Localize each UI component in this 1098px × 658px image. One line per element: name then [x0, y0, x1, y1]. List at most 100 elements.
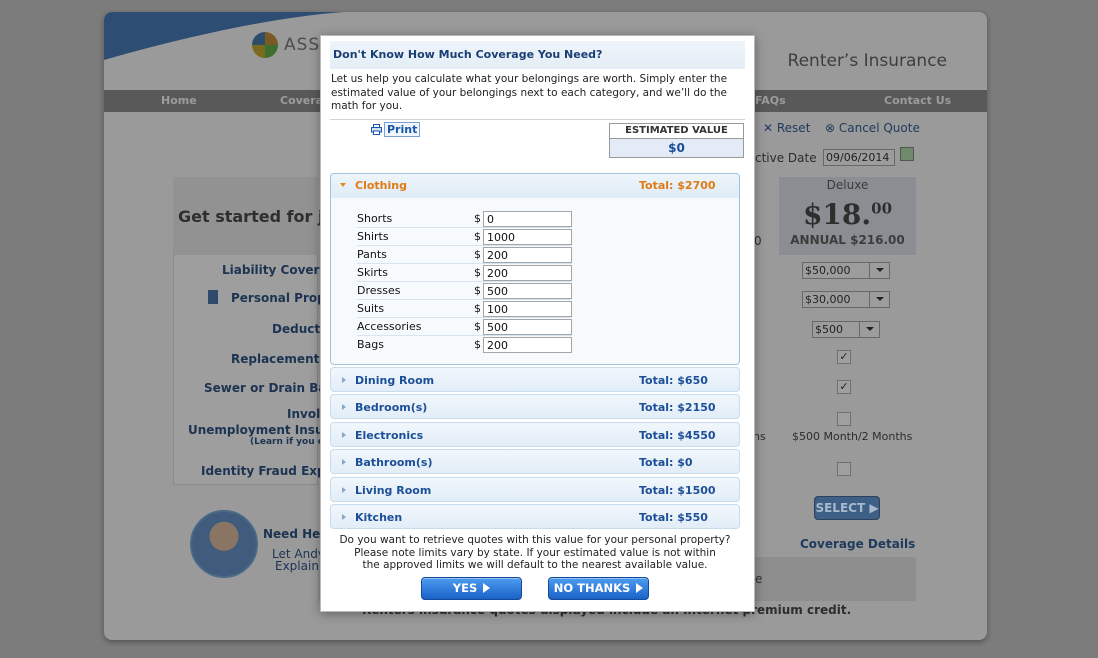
category-living-room[interactable]: Living Room Total: $1500	[330, 477, 740, 502]
item-row-shorts: Shorts $	[357, 211, 572, 228]
replacement-checkbox[interactable]: ✓	[837, 350, 851, 364]
question-line: Please note limits vary by state. If you…	[354, 546, 716, 559]
currency-symbol: $	[474, 230, 481, 243]
currency-symbol: $	[474, 266, 481, 279]
shirts-value-input[interactable]	[483, 229, 572, 245]
printer-icon	[371, 124, 382, 135]
item-label: Shirts	[357, 230, 389, 243]
deluxe-label: Deluxe	[826, 178, 869, 192]
effective-date-input[interactable]: 09/06/2014	[823, 149, 895, 166]
select-button[interactable]: SELECT ▶	[814, 496, 880, 520]
nav-coverage[interactable]: Covera	[280, 94, 323, 107]
category-name: Dining Room	[355, 374, 435, 387]
nav-contact-us[interactable]: Contact Us	[884, 94, 951, 107]
item-label: Accessories	[357, 320, 422, 333]
category-electronics[interactable]: Electronics Total: $4550	[330, 422, 740, 447]
item-row-pants: Pants $	[357, 247, 572, 264]
logo-mark-icon	[252, 32, 278, 58]
reset-link[interactable]: ✕ Reset	[763, 121, 810, 135]
yes-button[interactable]: YES	[421, 577, 522, 600]
category-dining-room[interactable]: Dining Room Total: $650	[330, 367, 740, 392]
reset-icon: ✕	[763, 121, 777, 135]
category-clothing-header[interactable]: Clothing Total: $2700	[331, 174, 739, 198]
item-label: Pants	[357, 248, 387, 261]
item-row-bags: Bags $	[357, 337, 572, 354]
modal-intro: Let us help you calculate what your belo…	[331, 73, 728, 112]
unemployment-checkbox[interactable]	[837, 412, 851, 426]
category-total: Total: $550	[639, 511, 708, 524]
mid-column-fragment: 0	[754, 234, 762, 248]
suits-value-input[interactable]	[483, 301, 572, 317]
row-learn-link[interactable]: (Learn if you c	[250, 437, 323, 447]
logo-text: ASS	[284, 35, 321, 55]
modal-title: Don't Know How Much Coverage You Need?	[330, 41, 745, 69]
cancel-quote-link[interactable]: ⊗ Cancel Quote	[825, 121, 920, 135]
category-total: Total: $2700	[639, 179, 716, 192]
category-name: Electronics	[355, 429, 424, 442]
category-bathrooms[interactable]: Bathroom(s) Total: $0	[330, 449, 740, 474]
category-kitchen[interactable]: Kitchen Total: $550	[330, 504, 740, 529]
brand-logo: ASS	[252, 32, 320, 58]
shorts-value-input[interactable]	[483, 211, 572, 227]
row-liability: Liability Covera	[222, 263, 328, 277]
identity-fraud-checkbox[interactable]	[837, 462, 851, 476]
caret-down-icon	[340, 183, 346, 187]
deluxe-price: $18.00	[802, 198, 893, 231]
liability-select[interactable]: $50,000	[802, 262, 890, 279]
item-row-accessories: Accessories $	[357, 319, 572, 336]
arrow-right-icon	[483, 583, 491, 593]
category-name: Living Room	[355, 484, 432, 497]
estimated-value: $0	[610, 139, 743, 157]
effective-date-label: ctive Date	[755, 151, 817, 165]
category-name: Bathroom(s)	[355, 456, 433, 469]
coverage-details-link[interactable]: Coverage Details	[800, 537, 915, 551]
caret-right-icon	[342, 377, 346, 383]
arrow-right-icon	[636, 583, 644, 593]
row-identity-fraud: Identity Fraud Exper	[201, 464, 340, 478]
caret-right-icon	[342, 432, 346, 438]
currency-symbol: $	[474, 248, 481, 261]
nav-faqs[interactable]: FAQs	[755, 94, 786, 107]
item-row-skirts: Skirts $	[357, 265, 572, 282]
no-thanks-label: NO THANKS	[553, 581, 631, 595]
item-label: Shorts	[357, 212, 393, 225]
no-thanks-button[interactable]: NO THANKS	[548, 577, 649, 600]
item-row-suits: Suits $	[357, 301, 572, 318]
avatar	[190, 510, 258, 578]
calendar-icon[interactable]	[900, 147, 914, 161]
accessories-value-input[interactable]	[483, 319, 572, 335]
pants-value-input[interactable]	[483, 247, 572, 263]
bottom-strip-fragment: e	[755, 572, 763, 586]
category-bedrooms[interactable]: Bedroom(s) Total: $2150	[330, 394, 740, 419]
get-started-heading: Get started for ju	[178, 207, 335, 226]
bags-value-input[interactable]	[483, 337, 572, 353]
currency-symbol: $	[474, 320, 481, 333]
yes-label: YES	[452, 581, 478, 595]
chevron-down-icon	[859, 322, 879, 337]
print-link[interactable]: Print	[371, 122, 421, 137]
question-line: Do you want to retrieve quotes with this…	[339, 534, 731, 546]
explain-text: Explain	[275, 559, 319, 573]
category-total: Total: $4550	[639, 429, 716, 442]
category-total: Total: $1500	[639, 484, 716, 497]
deluxe-annual: ANNUAL $216.00	[790, 233, 905, 247]
unemployment-value: $500 Month/2 Months	[792, 430, 913, 443]
item-row-dresses: Dresses $	[357, 283, 572, 300]
currency-symbol: $	[474, 284, 481, 297]
retrieve-quotes-question: Do you want to retrieve quotes with this…	[330, 534, 740, 572]
personal-property-select[interactable]: $30,000	[802, 291, 890, 308]
divider	[330, 118, 745, 120]
coverage-calculator-modal: Don't Know How Much Coverage You Need? L…	[320, 35, 755, 612]
item-label: Dresses	[357, 284, 401, 297]
sewer-checkbox[interactable]: ✓	[837, 380, 851, 394]
skirts-value-input[interactable]	[483, 265, 572, 281]
category-name: Clothing	[355, 179, 407, 192]
calculator-icon[interactable]	[208, 290, 218, 304]
chevron-down-icon	[869, 263, 889, 278]
estimated-value-label: ESTIMATED VALUE	[610, 124, 743, 139]
nav-home[interactable]: Home	[161, 94, 197, 107]
deductible-select[interactable]: $500	[812, 321, 880, 338]
dresses-value-input[interactable]	[483, 283, 572, 299]
item-label: Suits	[357, 302, 385, 315]
category-total: Total: $650	[639, 374, 708, 387]
